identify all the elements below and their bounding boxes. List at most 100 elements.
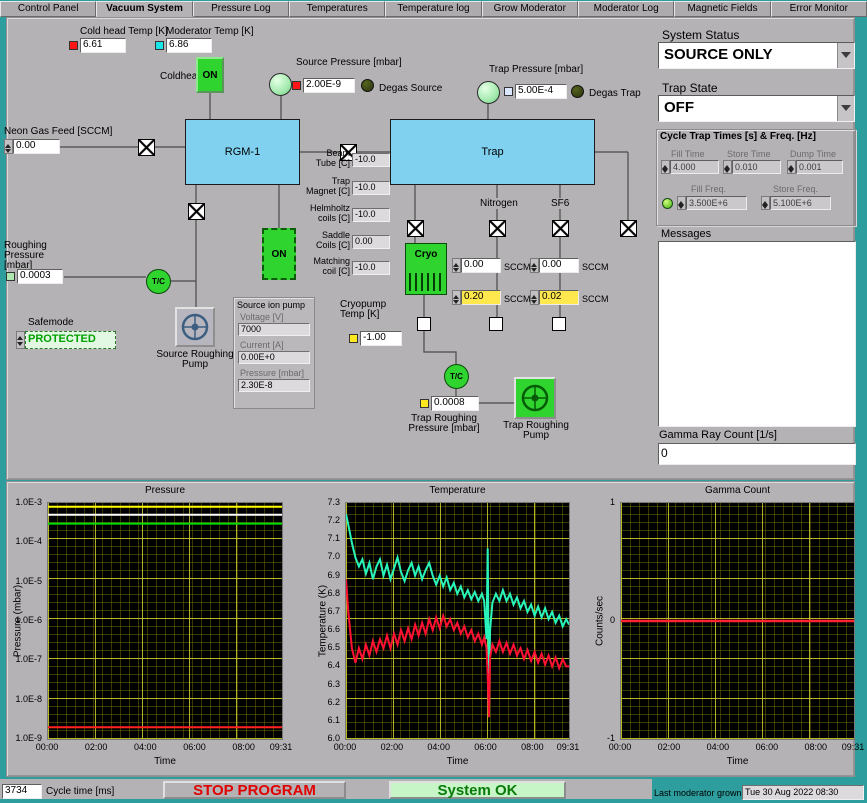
tab-control-panel[interactable]: Control Panel: [0, 1, 97, 17]
dropdown-arrow-icon[interactable]: [837, 43, 854, 68]
neon-gas-feed-input[interactable]: 0.00: [4, 139, 60, 154]
x-tick: 08:00: [232, 742, 255, 752]
dump-time-value[interactable]: 0.001: [796, 160, 843, 174]
chart-title: Temperature: [429, 485, 486, 496]
tab-vacuum-system[interactable]: Vacuum System: [96, 1, 193, 17]
pump-icon: [181, 313, 209, 341]
sf6-flow-b-input[interactable]: 0.02: [530, 290, 579, 305]
nitrogen-flow-b-value[interactable]: 0.20: [461, 290, 501, 305]
vent-valve-icon[interactable]: [620, 220, 637, 237]
cryo-pump[interactable]: Cryo: [405, 243, 447, 295]
system-ok-button[interactable]: System OK: [389, 781, 566, 799]
ion-pressure-label: Pressure [mbar]: [240, 368, 305, 378]
trap-roughing-pump-button[interactable]: [514, 377, 556, 419]
cryo-valve-icon[interactable]: [407, 220, 424, 237]
cold-head-temp-value: 6.61: [80, 38, 126, 53]
degas-trap-led[interactable]: [571, 85, 584, 98]
stop-program-button[interactable]: STOP PROGRAM: [163, 781, 346, 799]
spinner-arrows-icon[interactable]: [452, 290, 461, 305]
cycle-trap-panel: Cycle Trap Times [s] & Freq. [Hz] Fill T…: [656, 129, 856, 226]
spinner-arrows-icon[interactable]: [4, 139, 13, 154]
roughing-pressure-value: 0.0003: [17, 269, 63, 284]
degas-trap-label: Degas Trap: [589, 88, 641, 99]
coldhead-on-button[interactable]: ON: [196, 57, 224, 93]
sf6-valve-icon[interactable]: [552, 220, 569, 237]
nitrogen-flow-a-input[interactable]: 0.00: [452, 258, 501, 273]
nitrogen-flow-a-value[interactable]: 0.00: [461, 258, 501, 273]
sf6-flow-b-value[interactable]: 0.02: [539, 290, 579, 305]
gamma-count-chart: Gamma Count Counts/sec 1 0 -1 00:00 02:00 04…: [584, 483, 865, 775]
y-tick: 6.6: [327, 624, 340, 635]
tab-magnetic-fields[interactable]: Magnetic Fields: [674, 1, 771, 17]
degas-source-led[interactable]: [361, 79, 374, 92]
safemode-selector[interactable]: PROTECTED: [16, 331, 116, 349]
trap-state-value[interactable]: OFF: [659, 96, 837, 121]
saddle-coils-label: Saddle Coils [C]: [315, 230, 350, 250]
y-tick: 1.0E-8: [15, 693, 42, 704]
tab-strip: Control Panel Vacuum System Pressure Log Te…: [0, 1, 867, 17]
trap-state-header: Trap State: [662, 81, 718, 95]
ion-voltage-label: Voltage [V]: [240, 312, 284, 322]
source-roughing-pump-button[interactable]: [175, 307, 215, 347]
fill-freq-value[interactable]: 3.500E+6: [686, 196, 747, 210]
store-freq-value[interactable]: 5.100E+6: [770, 196, 831, 210]
tab-grow-moderator[interactable]: Grow Moderator: [481, 1, 578, 17]
y-axis-ticks: 7.3 7.2 7.1 7.0 6.9 6.8 6.7 6.6 6.5 6.4 6.3 6.2 6.1 6…: [298, 497, 343, 743]
store-time-value[interactable]: 0.010: [732, 160, 781, 174]
helmholtz-value: -10.0: [352, 208, 390, 222]
fill-freq-input[interactable]: 3.500E+6: [677, 196, 747, 210]
fill-time-value[interactable]: 4.000: [670, 160, 719, 174]
x-tick: 06:00: [474, 742, 497, 752]
spinner-arrows-icon[interactable]: [530, 258, 539, 273]
sf6-flow-a-input[interactable]: 0.00: [530, 258, 579, 273]
sccm-unit-label: SCCM: [582, 294, 609, 304]
fill-time-input[interactable]: 4.000: [661, 160, 719, 174]
spinner-arrows-icon[interactable]: [677, 196, 686, 210]
nitrogen-valve-icon[interactable]: [489, 220, 506, 237]
store-time-input[interactable]: 0.010: [723, 160, 781, 174]
spinner-arrows-icon[interactable]: [661, 160, 670, 174]
roughing-valve-icon[interactable]: [188, 203, 205, 220]
spinner-arrows-icon[interactable]: [530, 290, 539, 305]
spinner-arrows-icon[interactable]: [452, 258, 461, 273]
trap-pressure-value: 5.00E-4: [515, 84, 567, 99]
store-freq-input[interactable]: 5.100E+6: [761, 196, 831, 210]
source-ion-pump-panel: Source ion pump Voltage [V] 7000 Current…: [233, 297, 315, 409]
spinner-arrows-icon[interactable]: [761, 196, 770, 210]
y-axis-ticks: 1 0 -1: [584, 497, 618, 743]
store-time-label: Store Time: [727, 149, 771, 159]
spinner-arrows-icon[interactable]: [787, 160, 796, 174]
fill-time-label: Fill Time: [671, 149, 705, 159]
tab-temperature-log[interactable]: Temperature log: [385, 1, 482, 17]
tab-temperatures[interactable]: Temperatures: [288, 1, 386, 17]
sccm-unit-label: SCCM: [504, 262, 531, 272]
spinner-arrows-icon[interactable]: [723, 160, 732, 174]
tab-pressure-log[interactable]: Pressure Log: [192, 1, 289, 17]
tab-error-monitor[interactable]: Error Monitor: [770, 1, 867, 17]
neon-valve-icon[interactable]: [138, 139, 155, 156]
spinner-arrows-icon[interactable]: [16, 331, 25, 349]
x-axis-label: Time: [154, 756, 176, 767]
degas-source-label: Degas Source: [379, 83, 443, 94]
safemode-value[interactable]: PROTECTED: [25, 331, 116, 349]
cold-head-temp-label: Cold head Temp [K]: [80, 26, 168, 37]
last-moderator-value: Tue 30 Aug 2022 08:30: [742, 785, 864, 800]
trap-state-dropdown[interactable]: OFF: [658, 95, 855, 122]
system-status-value[interactable]: SOURCE ONLY: [659, 43, 837, 68]
line-valve-icon[interactable]: [417, 317, 431, 331]
tab-moderator-log[interactable]: Moderator Log: [577, 1, 675, 17]
nitrogen-flow-b-input[interactable]: 0.20: [452, 290, 501, 305]
x-tick: 09:31: [269, 742, 293, 752]
neon-gas-feed-value[interactable]: 0.00: [13, 139, 60, 154]
x-tick: 08:00: [804, 742, 828, 752]
pressure-chart: Pressure Pressure (mbar) 1.0E-3 1.0E-4 1.0…: [8, 483, 296, 775]
x-tick: 00:00: [608, 742, 632, 752]
dropdown-arrow-icon[interactable]: [837, 96, 854, 121]
sf6-label: SF6: [549, 198, 572, 209]
system-status-dropdown[interactable]: SOURCE ONLY: [658, 42, 855, 69]
ion-pump-on-button[interactable]: ON: [262, 228, 296, 280]
line-valve-icon[interactable]: [552, 317, 566, 331]
dump-time-input[interactable]: 0.001: [787, 160, 843, 174]
line-valve-icon[interactable]: [489, 317, 503, 331]
sf6-flow-a-value[interactable]: 0.00: [539, 258, 579, 273]
